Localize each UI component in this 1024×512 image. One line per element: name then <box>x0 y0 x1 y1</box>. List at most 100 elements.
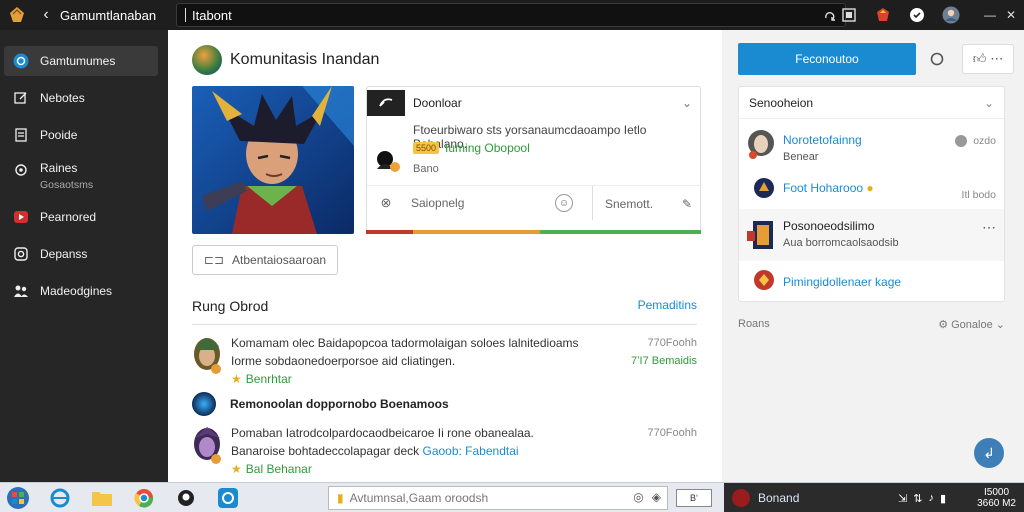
hero-image[interactable] <box>192 86 354 234</box>
app-launcher-icon[interactable] <box>6 4 28 26</box>
folder-icon[interactable] <box>88 486 116 510</box>
store-icon[interactable] <box>214 486 242 510</box>
search-icon: ▮ <box>337 491 344 505</box>
settings-icon <box>12 161 30 179</box>
suggestion-item[interactable]: Posonoeodsilimo Aua borromcaolsaodsib ⋯ <box>739 209 1004 261</box>
github-icon[interactable] <box>172 486 200 510</box>
taskbar-active-app[interactable]: Bonand <box>724 483 884 512</box>
shield-icon[interactable] <box>906 4 928 26</box>
edit-icon <box>12 89 30 107</box>
suggestion-card: Senooheion ⌄ Norotetofainng Benear ozdo … <box>738 86 1005 302</box>
chrome-icon[interactable] <box>130 486 158 510</box>
suggestion-sub: Aua borromcaolsaodsib <box>783 237 899 249</box>
feed-avatar[interactable] <box>192 336 224 376</box>
suggestion-avatar <box>747 219 775 251</box>
link-icon: ⊏⊐ <box>203 253 225 267</box>
star-icon: ★ <box>231 372 242 386</box>
like-more-button[interactable]: 👍︎ ⋯ <box>962 44 1014 74</box>
sidebar-item-depanss[interactable]: Depanss <box>4 239 158 269</box>
keyboard-indicator[interactable]: Bʻ <box>676 489 712 507</box>
footer-right[interactable]: ⚙︎ Gonaloe ⌄ <box>938 318 1005 331</box>
address-bar[interactable]: Itabont <box>176 3 846 27</box>
sidebar-item-raines[interactable]: Raines Gosaotsms <box>4 157 158 195</box>
secondary-input[interactable]: Snemott. ✎ <box>593 186 702 221</box>
feed-tag: ★ Benrhtar <box>231 370 621 388</box>
youtube-icon <box>12 208 30 226</box>
sidebar-item-label: Nebotes <box>40 91 85 105</box>
settings-icon[interactable]: ◎ <box>633 490 643 504</box>
battery-icon[interactable]: ▮ <box>940 492 946 505</box>
chevron-down-icon[interactable]: ⌄ <box>984 96 994 110</box>
post-meta: Bano <box>413 163 439 175</box>
feed-line: Komamam olec Baidapopcoa tadormolaigan s… <box>231 336 579 350</box>
feed-avatar[interactable] <box>192 426 224 466</box>
suggestion-item[interactable]: Pimingidollenaer kage <box>739 263 1004 301</box>
search-refresh-icon[interactable] <box>821 7 839 25</box>
more-options-icon[interactable]: ⋯ <box>982 219 996 236</box>
back-icon[interactable]: ‹ <box>36 5 56 25</box>
ie-browser-icon[interactable] <box>46 486 74 510</box>
suggestion-title: Posonoeodsilimo <box>783 219 875 233</box>
emoji-icon[interactable]: ☺ <box>555 194 573 212</box>
post-author-avatar[interactable] <box>373 147 401 175</box>
volume-icon[interactable]: ♪ <box>928 492 934 504</box>
feed-line: Remonoolan doppornobo Boenamoos <box>230 397 449 411</box>
divider <box>192 324 697 325</box>
minimize-icon[interactable]: — <box>984 8 996 22</box>
section-link[interactable]: Pemaditins <box>638 298 697 314</box>
close-icon[interactable]: ✕ <box>1006 8 1016 22</box>
feed-link[interactable]: Gaoob: Fabendtai <box>422 444 518 458</box>
title-bar: ‹ Gamumtlanaban ⁎ Itabont — ✕ <box>0 0 1024 30</box>
footer-right-label: Gonaloe <box>951 319 993 331</box>
feed-avatar-icon <box>192 392 216 416</box>
feed-item[interactable]: Remonoolan doppornobo Boenamoos <box>192 392 449 416</box>
scroll-up-button[interactable]: ↲ <box>974 438 1004 468</box>
sidebar-item-madeodgines[interactable]: Madeodgines <box>4 276 158 306</box>
taskbar-search[interactable]: ▮ Avtumnsal,Gaam oroodsh ◎ ◈ <box>328 486 668 510</box>
suggestion-item[interactable]: Foot Hoharooo ● Itl bodo <box>739 173 1004 207</box>
suggestion-item[interactable]: Norotetofainng Benear ozdo <box>739 125 1004 171</box>
post-progress-bar <box>366 230 701 234</box>
clock[interactable]: I5000 3660 M2 <box>977 487 1016 509</box>
suggestion-avatar <box>747 129 775 161</box>
toggle-icon[interactable] <box>955 135 968 147</box>
emoji-icon: ● <box>866 181 874 195</box>
more-label: ⋯ <box>990 51 1004 66</box>
clock-line: 3660 M2 <box>977 498 1016 509</box>
settings-circle-icon[interactable] <box>922 44 952 74</box>
user-avatar-icon[interactable] <box>940 4 962 26</box>
app-title: Gamumtlanaban <box>60 7 157 23</box>
section-title: Rung Obrod <box>192 298 269 314</box>
sidebar-item-nebotes[interactable]: Nebotes <box>4 83 158 113</box>
start-button-icon[interactable] <box>4 486 32 510</box>
feed-time: 770Foohh <box>647 424 697 442</box>
frame-icon[interactable] <box>838 4 860 26</box>
badge-icon[interactable] <box>872 4 894 26</box>
comment-input[interactable]: ⊗ Saiopnelg ☺ <box>367 186 593 220</box>
sidebar-item-pooide[interactable]: Pooide <box>4 120 158 150</box>
feed-section-header: Rung Obrod Pemaditins <box>192 298 697 314</box>
post-logo-icon <box>367 90 405 116</box>
location-icon[interactable]: ◈ <box>652 490 661 504</box>
attachment-icon[interactable]: ⊗ <box>367 195 405 211</box>
sidebar-item-gamtumumes[interactable]: Gamtumumes <box>4 46 158 76</box>
page-title: Komunitasis Inandan <box>230 51 380 68</box>
community-avatar[interactable] <box>192 45 222 75</box>
main-content: Komunitasis Inandan ⊏⊐ Atbentaiosaaroan <box>168 30 722 482</box>
feed-item[interactable]: Komamam olec Baidapopcoa tadormolaigan s… <box>192 334 697 390</box>
hero-action-button[interactable]: ⊏⊐ Atbentaiosaaroan <box>192 245 338 275</box>
address-divider <box>185 8 186 22</box>
chevron-down-icon[interactable]: ⌄ <box>682 96 692 110</box>
tray-arrow-icon[interactable]: ⇲ <box>898 492 907 505</box>
cog-icon: ⚙︎ <box>938 319 949 331</box>
footer-left[interactable]: Roans <box>738 318 770 331</box>
pencil-icon[interactable]: ✎ <box>682 197 692 211</box>
document-icon <box>12 126 30 144</box>
suggestion-meta-text: ozdo <box>973 135 996 147</box>
sidebar-item-pearnored[interactable]: Pearnored <box>4 202 158 232</box>
sidebar-item-label: Madeodgines <box>40 284 113 298</box>
taskbar-search-placeholder: Avtumnsal,Gaam oroodsh <box>349 491 489 505</box>
primary-action-button[interactable]: Feconoutoo <box>738 43 916 75</box>
feed-item[interactable]: Pomaban Iatrodcolpardocaodbeicaroe Ii ro… <box>192 424 697 480</box>
network-icon[interactable]: ⇅ <box>913 492 922 505</box>
